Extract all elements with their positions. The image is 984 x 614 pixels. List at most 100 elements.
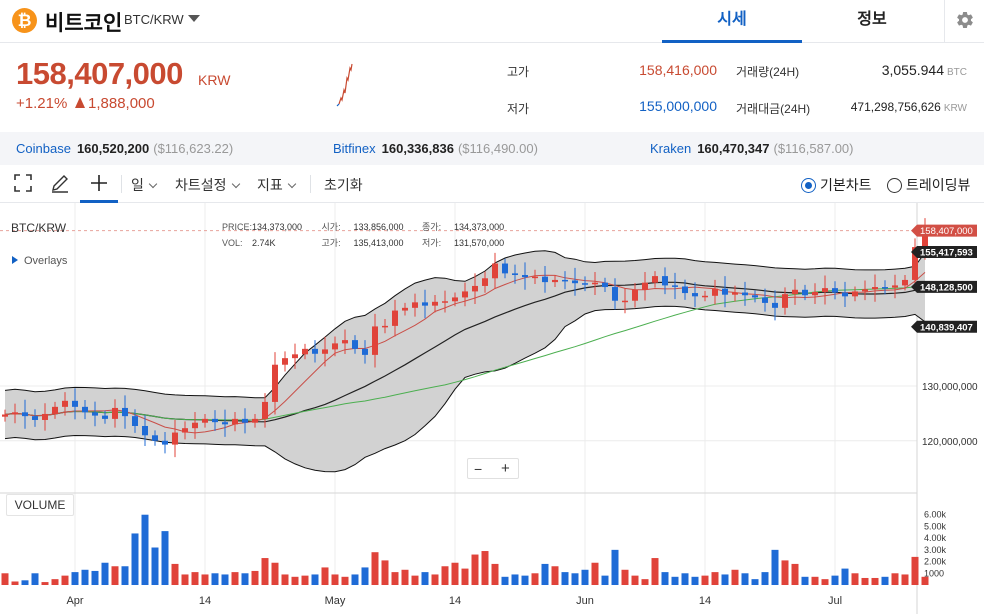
tab-info[interactable]: 정보 xyxy=(802,0,942,43)
volume-bar xyxy=(261,558,269,585)
fullscreen-icon[interactable] xyxy=(12,172,34,194)
volume-bar xyxy=(131,533,139,585)
volume-bar xyxy=(411,575,419,585)
candle-body xyxy=(392,310,398,326)
exchange-bitfinex[interactable]: Bitfinex 160,336,836 ($116,490.00) xyxy=(333,141,538,156)
volume-bar xyxy=(191,572,199,585)
coin-dropdown-icon[interactable] xyxy=(188,15,200,22)
volume-bar xyxy=(11,581,19,585)
candle-body xyxy=(512,273,518,276)
volume-bar xyxy=(661,572,669,585)
volume-bar xyxy=(241,573,249,585)
volume-bar xyxy=(321,567,329,585)
volume-bar xyxy=(331,574,339,585)
volume-bar xyxy=(111,566,119,585)
candle-body xyxy=(162,440,168,445)
radio-unchecked-icon xyxy=(887,178,902,193)
exchange-kraken[interactable]: Kraken 160,470,347 ($116,587.00) xyxy=(650,141,854,156)
candle-body xyxy=(572,280,578,284)
candle-body xyxy=(542,276,548,283)
volume-bar xyxy=(401,569,409,585)
candle-body xyxy=(502,263,508,274)
candle-body xyxy=(832,288,838,293)
price-chart[interactable]: 120,000,000 130,000,000 Apr 14 May 14 Jun 14 Jul… xyxy=(0,203,984,614)
volume-bar xyxy=(671,576,679,585)
candle-body xyxy=(792,289,798,295)
candle-body xyxy=(142,425,148,436)
volume-bar xyxy=(251,570,259,585)
candle-body xyxy=(232,418,238,425)
zoom-in-button[interactable]: + xyxy=(501,460,510,477)
volume-bar xyxy=(271,562,279,585)
tab-market[interactable]: 시세 xyxy=(662,0,802,43)
reset-button[interactable]: 초기화 xyxy=(324,175,363,195)
gear-icon[interactable] xyxy=(955,10,975,30)
volume-bar xyxy=(891,573,899,585)
candle-body xyxy=(722,288,728,295)
x-tick-label: Jul xyxy=(828,595,842,607)
volume-bar xyxy=(231,572,239,585)
candle-body xyxy=(802,289,808,296)
volume-bar xyxy=(461,568,469,585)
indicators-menu[interactable]: 지표 xyxy=(257,175,297,195)
price-tag-label: 155,417,593 xyxy=(920,248,973,259)
chart-settings-menu[interactable]: 차트설정 xyxy=(175,175,240,195)
candle-body xyxy=(12,412,18,415)
price-unit: KRW xyxy=(198,72,231,88)
radio-basic-chart[interactable]: 기본차트 xyxy=(801,175,872,195)
candle-body xyxy=(172,432,178,445)
candle-body xyxy=(732,292,738,295)
volume-bar xyxy=(291,576,299,585)
candle-body xyxy=(222,422,228,425)
volume-bar xyxy=(811,576,819,585)
zoom-out-button[interactable]: − xyxy=(474,461,482,477)
candle-body xyxy=(302,348,308,355)
volume-bar xyxy=(641,579,649,585)
volume-bar xyxy=(351,574,359,585)
candle-body xyxy=(462,291,468,298)
volume-bar xyxy=(721,574,729,585)
toolbar-divider xyxy=(310,175,311,193)
candle-body xyxy=(472,285,478,292)
period-menu[interactable]: 일 xyxy=(131,175,158,195)
candle-body xyxy=(72,400,78,407)
crosshair-icon[interactable] xyxy=(88,172,110,194)
candle-body xyxy=(202,418,208,423)
candle-body xyxy=(632,289,638,301)
exchange-coinbase[interactable]: Coinbase 160,520,200 ($116,623.22) xyxy=(16,141,233,156)
candle-body xyxy=(242,418,248,423)
volume-bar xyxy=(221,574,229,585)
candle-body xyxy=(642,282,648,290)
candle-body xyxy=(102,415,108,419)
candle-body xyxy=(872,287,878,290)
candle-body xyxy=(712,288,718,296)
candle-body xyxy=(842,292,848,297)
volume-tick-label: 4.00k xyxy=(924,533,947,543)
volume-bar xyxy=(591,562,599,585)
coin-name: 비트코인 xyxy=(45,12,123,35)
volume-bar xyxy=(551,566,559,585)
radio-tradingview[interactable]: 트레이딩뷰 xyxy=(887,175,970,195)
stat-volume-label: 거래량(24H) xyxy=(736,65,800,79)
candle-body xyxy=(152,435,158,441)
current-price: 158,407,000 xyxy=(16,56,183,91)
volume-bar xyxy=(571,573,579,585)
pencil-icon[interactable] xyxy=(49,172,71,194)
volume-bar xyxy=(281,574,289,585)
volume-bar xyxy=(801,576,809,585)
volume-bar xyxy=(21,580,29,585)
x-tick-label: 14 xyxy=(449,595,461,607)
volume-bar xyxy=(511,574,519,585)
overlays-toggle[interactable]: Overlays xyxy=(12,255,67,267)
price-tag-label: 148,128,500 xyxy=(920,282,973,293)
candle-body xyxy=(892,285,898,288)
volume-bar xyxy=(211,573,219,585)
candle-body xyxy=(282,358,288,365)
candle-body xyxy=(322,349,328,354)
y-tick-label: 120,000,000 xyxy=(922,437,978,448)
candle-body xyxy=(902,279,908,286)
candle-body xyxy=(112,407,118,419)
volume-bar xyxy=(51,579,59,585)
volume-bar xyxy=(451,562,459,585)
volume-bar xyxy=(561,572,569,585)
